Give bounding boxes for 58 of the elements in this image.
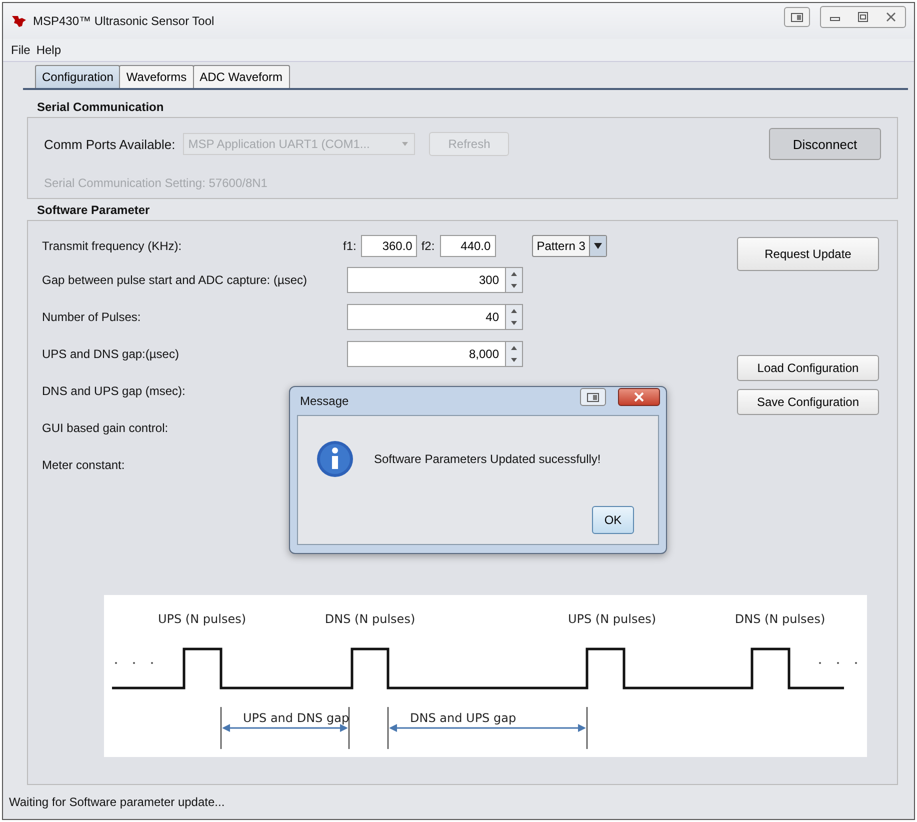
spin-buttons[interactable] bbox=[505, 304, 523, 330]
down-arrow-icon[interactable] bbox=[510, 282, 518, 288]
section-title: Serial Communication bbox=[37, 100, 165, 114]
field-label: UPS and DNS gap:(µsec) bbox=[42, 346, 180, 360]
frequency-field[interactable]: 360.0 bbox=[361, 235, 418, 257]
tab[interactable]: Configuration bbox=[35, 65, 120, 88]
gap-label: UPS and DNS gap bbox=[243, 711, 350, 725]
close-button[interactable] bbox=[618, 388, 660, 406]
action-button[interactable]: Save Configuration bbox=[737, 389, 879, 415]
tab[interactable]: ADC Waveform bbox=[192, 65, 290, 88]
frequency-field[interactable]: 440.0 bbox=[440, 235, 496, 257]
pulse-label: DNS (N pulses) bbox=[734, 612, 826, 626]
down-arrow-icon[interactable] bbox=[510, 320, 518, 326]
up-arrow-icon[interactable] bbox=[510, 308, 518, 314]
field-label: Meter constant: bbox=[42, 458, 126, 472]
maximize-icon bbox=[858, 12, 868, 22]
spinner-field[interactable]: 300 bbox=[347, 266, 505, 292]
ok-button[interactable]: OK bbox=[592, 506, 634, 534]
close-icon bbox=[634, 392, 644, 402]
field-label: GUI based gain control: bbox=[42, 420, 170, 434]
down-arrow-icon[interactable] bbox=[510, 356, 518, 362]
spin-buttons[interactable] bbox=[505, 266, 523, 292]
field-label: Gap between pulse start and ADC capture: (µsec) bbox=[42, 272, 308, 286]
info-icon bbox=[316, 440, 354, 478]
snap-icon bbox=[791, 12, 803, 22]
logo-icon bbox=[11, 14, 27, 28]
field-label: f2: bbox=[421, 239, 435, 253]
section-title: Software Parameter bbox=[37, 203, 151, 217]
pulse-label: UPS (N pulses) bbox=[568, 612, 656, 626]
pulse-label: DNS (N pulses) bbox=[324, 612, 416, 626]
menu-item[interactable]: File bbox=[11, 43, 30, 57]
up-arrow-icon[interactable] bbox=[510, 344, 518, 350]
disconnect-button[interactable]: Disconnect bbox=[769, 128, 881, 160]
snap-button[interactable] bbox=[784, 7, 810, 27]
snap-icon bbox=[587, 392, 599, 402]
gap-label: DNS and UPS gap bbox=[410, 711, 516, 725]
snap-button[interactable] bbox=[580, 388, 606, 406]
field-label: DNS and UPS gap (msec): bbox=[42, 384, 186, 398]
pulse-label: UPS (N pulses) bbox=[158, 612, 246, 626]
field-label: f1: bbox=[343, 239, 356, 253]
action-button[interactable]: Load Configuration bbox=[737, 355, 879, 381]
spin-buttons[interactable] bbox=[505, 340, 523, 366]
dialog-title: Message bbox=[300, 394, 349, 408]
tab[interactable]: Waveforms bbox=[119, 65, 194, 88]
spinner-field[interactable]: 8,000 bbox=[347, 340, 505, 366]
menu-item[interactable]: Help bbox=[36, 43, 62, 57]
dialog-message: Software Parameters Updated sucessfully! bbox=[374, 452, 601, 466]
setting-text: Serial Communication Setting: 57600/8N1 bbox=[44, 176, 268, 190]
field-label: Number of Pulses: bbox=[42, 310, 142, 324]
spinner-field[interactable]: 40 bbox=[347, 304, 505, 330]
window-title: MSP430™ Ultrasonic Sensor Tool bbox=[33, 14, 214, 28]
status-text: Waiting for Software parameter update... bbox=[8, 794, 226, 811]
up-arrow-icon[interactable] bbox=[510, 270, 518, 276]
close-icon bbox=[886, 12, 896, 22]
pattern-dropdown[interactable]: Pattern 3 bbox=[532, 235, 608, 257]
field-label: Comm Ports Available: bbox=[44, 136, 176, 152]
action-button[interactable]: Request Update bbox=[737, 237, 879, 271]
dropdown-arrow-icon bbox=[594, 242, 602, 250]
